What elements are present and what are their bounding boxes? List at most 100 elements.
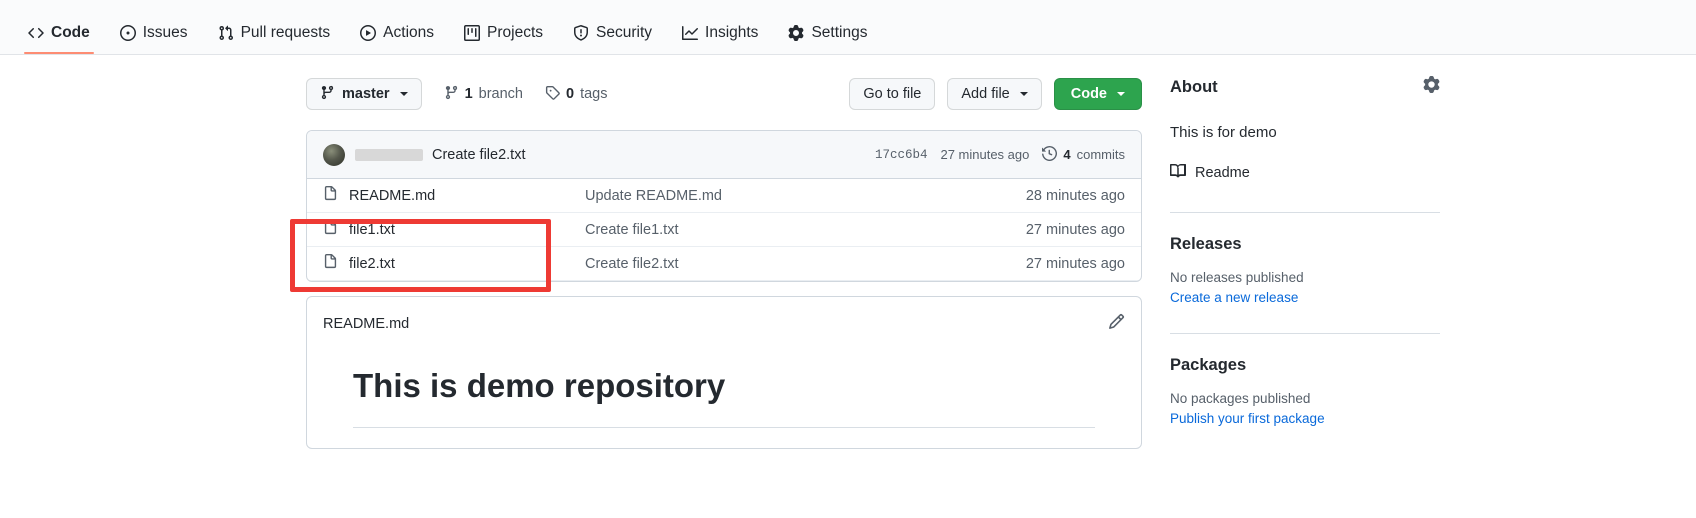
go-to-file-button[interactable]: Go to file <box>849 78 935 110</box>
tag-count-link[interactable]: 0 tags <box>545 85 608 104</box>
gear-icon[interactable] <box>1423 76 1440 98</box>
publish-package-link[interactable]: Publish your first package <box>1170 411 1440 426</box>
code-icon <box>28 25 44 41</box>
commit-sha[interactable]: 17cc6b4 <box>875 148 928 162</box>
file-name-cell[interactable]: file2.txt <box>323 254 585 273</box>
pencil-icon[interactable] <box>1108 313 1125 335</box>
file-name-cell[interactable]: file1.txt <box>323 220 585 239</box>
latest-commit-message[interactable]: Create file2.txt <box>432 147 526 163</box>
gear-icon <box>788 25 804 41</box>
repo-nav: Code Issues Pull requests Actions Projec <box>0 0 1696 55</box>
packages-title: Packages <box>1170 356 1440 375</box>
commits-count-word: commits <box>1077 147 1125 162</box>
file-icon <box>323 186 338 205</box>
branch-count-value: 1 <box>465 86 473 102</box>
chevron-down-icon <box>1020 92 1028 96</box>
file-icon <box>323 220 338 239</box>
file-name-label: file1.txt <box>349 222 395 238</box>
file-commit-time: 27 minutes ago <box>1013 222 1125 238</box>
readme-card: README.md This is demo repository <box>306 296 1142 449</box>
file-commit-time: 27 minutes ago <box>1013 256 1125 272</box>
about-readme-link[interactable]: Readme <box>1170 163 1250 183</box>
git-branch-icon <box>444 85 459 104</box>
main-content: master 1 branch 0 tags Go to file <box>306 76 1142 449</box>
file-commit-time: 28 minutes ago <box>1013 188 1125 204</box>
tag-count-value: 0 <box>566 86 574 102</box>
tag-icon <box>545 85 560 104</box>
file-commit-message[interactable]: Create file2.txt <box>585 256 1013 272</box>
table-row[interactable]: file2.txt Create file2.txt 27 minutes ag… <box>307 247 1141 281</box>
file-name-label: file2.txt <box>349 256 395 272</box>
create-release-link[interactable]: Create a new release <box>1170 290 1440 305</box>
nav-item-actions[interactable]: Actions <box>350 24 444 54</box>
commit-time: 27 minutes ago <box>940 147 1029 162</box>
divider <box>1170 333 1440 334</box>
shield-icon <box>573 25 589 41</box>
readme-heading: This is demo repository <box>353 367 1095 428</box>
add-file-label: Add file <box>961 86 1009 102</box>
file-name-cell[interactable]: README.md <box>323 186 585 205</box>
about-title: About <box>1170 78 1218 97</box>
repo-toolbar: master 1 branch 0 tags Go to file <box>306 76 1142 112</box>
nav-item-label: Settings <box>811 24 867 42</box>
about-readme-label: Readme <box>1195 165 1250 181</box>
file-name-label: README.md <box>349 188 435 204</box>
branch-count-link[interactable]: 1 branch <box>444 85 523 104</box>
go-to-file-label: Go to file <box>863 86 921 102</box>
nav-item-label: Code <box>51 24 90 42</box>
git-branch-icon <box>320 85 335 104</box>
commits-count-value: 4 <box>1063 147 1070 162</box>
nav-item-label: Projects <box>487 24 543 42</box>
divider <box>1170 212 1440 213</box>
repo-sidebar: About This is for demo Readme Releases N… <box>1170 76 1440 426</box>
nav-item-label: Pull requests <box>241 24 331 42</box>
packages-empty-text: No packages published <box>1170 391 1440 406</box>
about-header: About <box>1170 76 1440 98</box>
latest-commit-bar: Create file2.txt 17cc6b4 27 minutes ago … <box>307 131 1141 179</box>
commits-count-link[interactable]: 4 commits <box>1042 146 1125 164</box>
graph-icon <box>682 25 698 41</box>
file-commit-message[interactable]: Create file1.txt <box>585 222 1013 238</box>
add-file-button[interactable]: Add file <box>947 78 1041 110</box>
branch-count-word: branch <box>479 86 523 102</box>
code-button-label: Code <box>1071 86 1107 102</box>
toolbar-actions: Go to file Add file Code <box>849 78 1142 110</box>
nav-item-insights[interactable]: Insights <box>672 24 768 54</box>
nav-item-issues[interactable]: Issues <box>110 24 198 54</box>
file-icon <box>323 254 338 273</box>
nav-item-label: Insights <box>705 24 758 42</box>
latest-commit-meta: 17cc6b4 27 minutes ago 4 commits <box>875 146 1125 164</box>
nav-item-security[interactable]: Security <box>563 24 662 54</box>
chevron-down-icon <box>1117 92 1125 96</box>
readme-header: README.md <box>323 313 1125 335</box>
nav-item-settings[interactable]: Settings <box>778 24 877 54</box>
about-description: This is for demo <box>1170 124 1440 141</box>
commit-author-redacted <box>355 149 423 161</box>
nav-item-pull-requests[interactable]: Pull requests <box>208 24 341 54</box>
branch-name-label: master <box>342 86 390 102</box>
nav-item-code[interactable]: Code <box>18 24 100 54</box>
nav-item-label: Issues <box>143 24 188 42</box>
table-row[interactable]: README.md Update README.md 28 minutes ag… <box>307 179 1141 213</box>
nav-item-projects[interactable]: Projects <box>454 24 553 54</box>
github-repo-page: Code Issues Pull requests Actions Projec <box>0 0 1696 518</box>
project-icon <box>464 25 480 41</box>
readme-filename: README.md <box>323 316 409 332</box>
play-icon <box>360 25 376 41</box>
nav-item-label: Actions <box>383 24 434 42</box>
releases-empty-text: No releases published <box>1170 270 1440 285</box>
book-icon <box>1170 163 1186 183</box>
file-listing: Create file2.txt 17cc6b4 27 minutes ago … <box>306 130 1142 282</box>
history-icon <box>1042 146 1057 164</box>
chevron-down-icon <box>400 92 408 96</box>
git-pull-request-icon <box>218 25 234 41</box>
releases-title: Releases <box>1170 235 1440 254</box>
nav-item-label: Security <box>596 24 652 42</box>
code-button[interactable]: Code <box>1054 78 1142 110</box>
tag-count-word: tags <box>580 86 607 102</box>
branch-selector-button[interactable]: master <box>306 78 422 110</box>
avatar <box>323 144 345 166</box>
table-row[interactable]: file1.txt Create file1.txt 27 minutes ag… <box>307 213 1141 247</box>
file-commit-message[interactable]: Update README.md <box>585 188 1013 204</box>
issue-opened-icon <box>120 25 136 41</box>
